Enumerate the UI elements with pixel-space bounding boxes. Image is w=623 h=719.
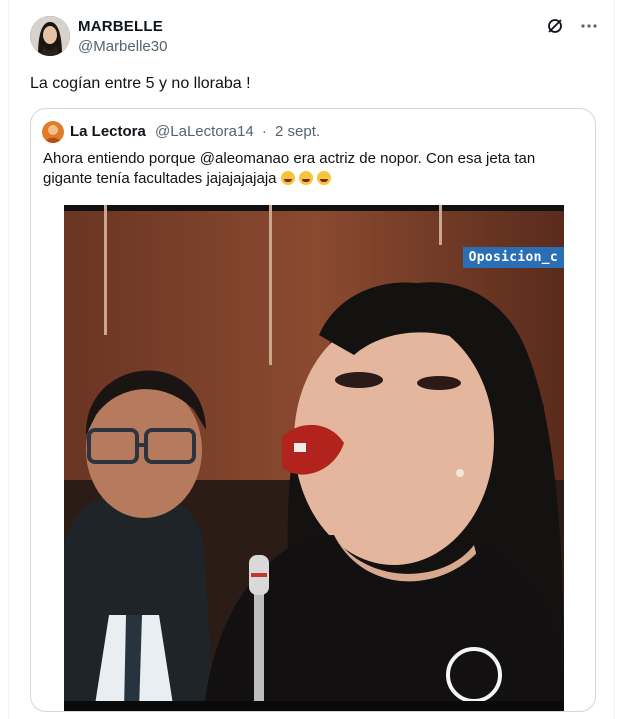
quoted-header: La Lectora @LaLectora14 · 2 sept. — [70, 123, 320, 140]
separator-dot: · — [261, 123, 267, 140]
quoted-date[interactable]: 2 sept. — [275, 123, 320, 140]
grok-icon[interactable] — [545, 16, 565, 36]
author-name[interactable]: MARBELLE — [78, 18, 163, 35]
tweet-actions — [545, 16, 599, 36]
quoted-author-handle[interactable]: @LaLectora14 — [155, 123, 254, 140]
video-frame-illustration — [64, 205, 564, 711]
author-handle[interactable]: @Marbelle30 — [78, 38, 167, 55]
channel-overlay-label: Oposicion_c — [462, 247, 564, 268]
quoted-author-name[interactable]: La Lectora — [70, 123, 146, 140]
quoted-text-block: Ahora entiendo porque @aleomanao era act… — [43, 149, 563, 189]
laughing-emoji-icon — [298, 171, 313, 185]
quoted-tweet[interactable]: La Lectora @LaLectora14 · 2 sept. Ahora … — [30, 108, 596, 712]
more-icon[interactable] — [579, 16, 599, 36]
author-avatar[interactable] — [30, 16, 70, 56]
tweet-text: La cogían entre 5 y no lloraba ! — [30, 75, 251, 92]
laughing-emoji-icon — [280, 171, 295, 185]
laughing-emoji-icon — [316, 171, 331, 185]
quoted-author-avatar[interactable] — [42, 121, 64, 143]
video-thumbnail[interactable]: Oposicion_c — [64, 205, 564, 711]
